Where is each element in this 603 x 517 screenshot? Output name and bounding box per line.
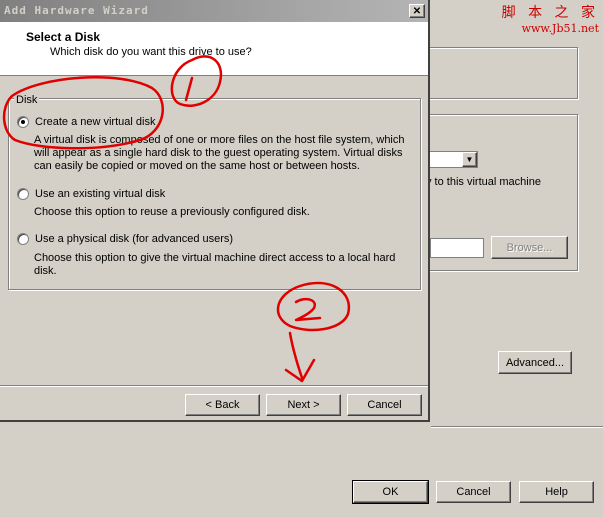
- parent-dropdown[interactable]: ▼: [428, 151, 478, 168]
- chevron-down-icon[interactable]: ▼: [462, 152, 477, 167]
- ok-button[interactable]: OK: [352, 480, 429, 504]
- watermark: 脚 本 之 家 www.Jb51.net: [502, 2, 599, 35]
- watermark-line1: 脚 本 之 家: [501, 5, 599, 21]
- radio-create-new-disk[interactable]: Create a new virtual disk: [17, 116, 155, 128]
- browse-button[interactable]: Browse...: [491, 236, 568, 259]
- watermark-line2: www.Jb51.net: [521, 22, 599, 35]
- add-hardware-wizard-dialog: Add Hardware Wizard ✕ Select a Disk Whic…: [0, 0, 430, 422]
- parent-path-field[interactable]: [430, 238, 484, 258]
- use-existing-description: Choose this option to reuse a previously…: [34, 206, 310, 218]
- disk-group-label: Disk: [14, 94, 40, 106]
- wizard-header: Select a Disk Which disk do you want thi…: [0, 22, 428, 76]
- radio-button-unchecked[interactable]: [17, 188, 29, 200]
- wizard-title-bar: Add Hardware Wizard: [0, 0, 428, 22]
- wizard-cancel-button[interactable]: Cancel: [347, 394, 422, 416]
- advanced-button[interactable]: Advanced...: [498, 351, 572, 374]
- radio-use-existing-label[interactable]: Use an existing virtual disk: [35, 188, 165, 200]
- radio-button-checked[interactable]: [17, 116, 29, 128]
- radio-create-new-label[interactable]: Create a new virtual disk: [35, 116, 155, 128]
- radio-button-unchecked[interactable]: [17, 233, 29, 245]
- use-physical-description: Choose this option to give the virtual m…: [34, 252, 396, 277]
- next-button[interactable]: Next >: [266, 394, 341, 416]
- help-button[interactable]: Help: [519, 481, 594, 503]
- radio-use-physical-disk[interactable]: Use a physical disk (for advanced users): [17, 233, 233, 245]
- close-icon[interactable]: ✕: [409, 4, 425, 18]
- parent-hint-text: y to this virtual machine: [426, 176, 541, 188]
- parent-group-top: [428, 47, 578, 99]
- create-new-description: A virtual disk is composed of one or mor…: [34, 134, 405, 172]
- parent-cancel-button[interactable]: Cancel: [436, 481, 511, 503]
- radio-use-existing-disk[interactable]: Use an existing virtual disk: [17, 188, 165, 200]
- back-button[interactable]: < Back: [185, 394, 260, 416]
- page-title: Select a Disk: [26, 30, 101, 44]
- parent-separator: [431, 426, 603, 428]
- radio-use-physical-label[interactable]: Use a physical disk (for advanced users): [35, 233, 233, 245]
- wizard-footer-separator: [0, 385, 428, 387]
- page-subtitle: Which disk do you want this drive to use…: [50, 46, 252, 58]
